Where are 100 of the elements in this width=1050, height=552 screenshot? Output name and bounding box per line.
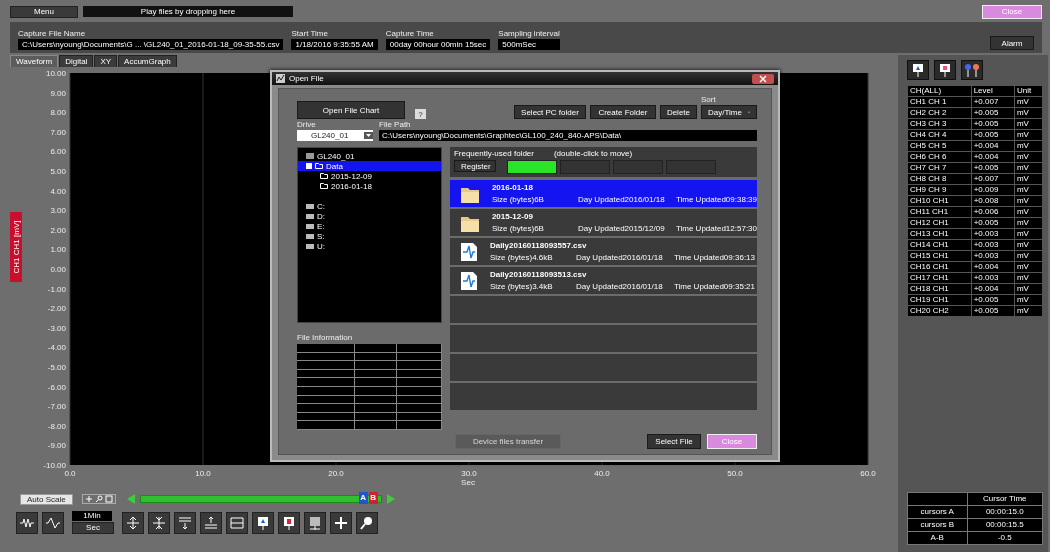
select-pc-folder-button[interactable]: Select PC folder [514,105,586,119]
file-row[interactable]: Daily20160118093557.csv Size (bytes)4.6kB Day Updated2016/01/18 Time Updated09:36:13 [449,238,757,265]
cursor-pair-pin-icon[interactable] [961,60,983,80]
tree-item[interactable]: C: [317,201,325,211]
y-tick-label: 7.00 [50,127,66,137]
help-button[interactable]: ? [415,109,426,119]
y-tick-label: -9.00 [47,441,66,451]
y-tick-label: 6.00 [50,147,66,157]
info-label: Sampling interval [498,29,560,38]
select-file-button[interactable]: Select File [647,434,701,449]
table-cell: +0.004 [971,261,1015,273]
cursor-a-pin-icon[interactable] [907,60,929,80]
column-header: CH(ALL) [907,85,972,97]
create-folder-button[interactable]: Create Folder [589,105,656,119]
panel-icon[interactable] [226,511,248,534]
table-cell: mV [1014,195,1043,207]
open-file-chart-button[interactable]: Open File Chart [297,101,405,119]
table-cell: +0.003 [971,228,1015,240]
auto-scale-button[interactable]: Auto Scale [20,493,73,505]
cursor-b-marker[interactable]: B [368,492,378,504]
register-button[interactable]: Register [453,160,496,172]
file-time: Time Updated09:36:13 [673,253,755,262]
tab[interactable]: XY [94,55,118,67]
tab[interactable]: AccumGraph [118,55,177,67]
y-tick-label: 9.00 [50,88,66,98]
table-cell: CH2 CH 2 [907,107,972,119]
caret-icon [364,132,373,139]
expand-wave-icon[interactable] [42,511,64,534]
x-axis-label: Sec [461,478,475,487]
sort-dropdown[interactable]: Day/Time [701,105,757,119]
file-row[interactable]: 2015-12-09 Size (bytes)6B Day Updated2015/12/09 Time Updated12:57:30 [449,209,757,236]
plus-icon[interactable] [84,495,93,503]
file-row[interactable]: 2016-01-18 Size (bytes)6B Day Updated2016/01/18 Time Updated09:38:39 [449,180,757,207]
compress-vertical-icon[interactable] [148,511,170,534]
table-cell: CH9 CH 9 [907,184,972,196]
table-cell: mV [1014,283,1043,295]
cursor-b-pin-icon[interactable] [934,60,956,80]
alarm-button[interactable]: Alarm [990,36,1034,50]
file-size: Size (bytes)4.6kB [489,253,554,262]
table-cell: +0.005 [971,118,1015,130]
zoom-icon[interactable] [94,495,103,503]
chart-file-icon [459,241,478,262]
split-down-icon[interactable] [200,511,222,534]
close-icon[interactable] [752,73,774,84]
delete-button[interactable]: Delete [659,105,697,119]
drive-dropdown[interactable]: GL240_01 [297,130,373,141]
y-axis-label: CH1 CH1 [mV] [10,212,22,282]
table-cell: +0.005 [971,217,1015,229]
file-path-label: File Path [379,120,412,129]
tree-item[interactable]: D: [317,211,325,221]
table-cell: CH17 CH1 [907,272,972,284]
y-tick-label: 10.00 [45,69,66,78]
cross-icon[interactable] [330,511,352,534]
folder-slot[interactable] [506,160,557,174]
table-cell: cursors B [907,518,968,532]
scroll-bar[interactable]: A B [139,495,382,503]
table-cell: mV [1014,294,1043,306]
tab[interactable]: Digital [59,55,94,67]
table-cell: +0.009 [971,184,1015,196]
table-cell: CH16 CH1 [907,261,972,273]
marker-b-icon[interactable] [278,511,300,534]
menu-button[interactable]: Menu [10,5,78,18]
split-up-icon[interactable] [174,511,196,534]
table-cell: mV [1014,162,1043,174]
file-row[interactable]: Daily20160118093513.csv Size (bytes)3.4kB Day Updated2016/01/18 Time Updated09:35:21 [449,267,757,294]
file-path-field[interactable]: C:\Users\nyoung\Documents\Graphtec\GL100_240_840-APS\Data\ [379,130,757,141]
tree-item[interactable]: S: [317,231,325,241]
table-cell: +0.008 [971,195,1015,207]
file-date: Day Updated2016/01/18 [575,253,664,262]
tree-item[interactable]: 2016-01-18 [298,181,441,191]
file-size: Size (bytes)6B [491,224,545,233]
magnifier-icon[interactable] [356,511,378,534]
expand-vertical-icon[interactable] [122,511,144,534]
x-tick-label: 50.0 [727,469,743,478]
table-cell: CH11 CH1 [907,206,972,218]
tab[interactable]: Waveform [10,55,59,67]
time-span-field[interactable]: 1Min [72,511,112,521]
file-information-label: File Information [297,333,354,342]
cursor-a-marker[interactable]: A [358,492,368,504]
chart-file-icon [459,270,478,291]
tree-item[interactable]: U: [317,241,325,251]
file-name: Daily20160118093557.csv [489,241,588,250]
table-cell: +0.004 [971,283,1015,295]
file-time: Time Updated09:35:21 [673,282,755,291]
frequent-folder-label: Frequently-used folder [453,149,534,158]
app-icon [276,74,285,83]
fit-icon[interactable] [104,495,113,503]
x-tick-label: 20.0 [328,469,344,478]
tree-item[interactable]: Data [298,161,441,171]
tree-item[interactable]: 2015-12-09 [298,171,441,181]
pin-icon[interactable] [304,511,326,534]
compress-wave-icon[interactable] [16,511,38,534]
y-tick-label: -8.00 [47,421,66,431]
time-unit-dropdown[interactable]: Sec [72,522,114,534]
table-cell: +0.006 [971,206,1015,218]
tree-item[interactable]: GL240_01 [317,151,355,161]
marker-a-icon[interactable] [252,511,274,534]
tree-item[interactable]: E: [317,221,325,231]
y-tick-label: 0.00 [50,265,66,274]
y-tick-label: 3.00 [50,206,66,216]
